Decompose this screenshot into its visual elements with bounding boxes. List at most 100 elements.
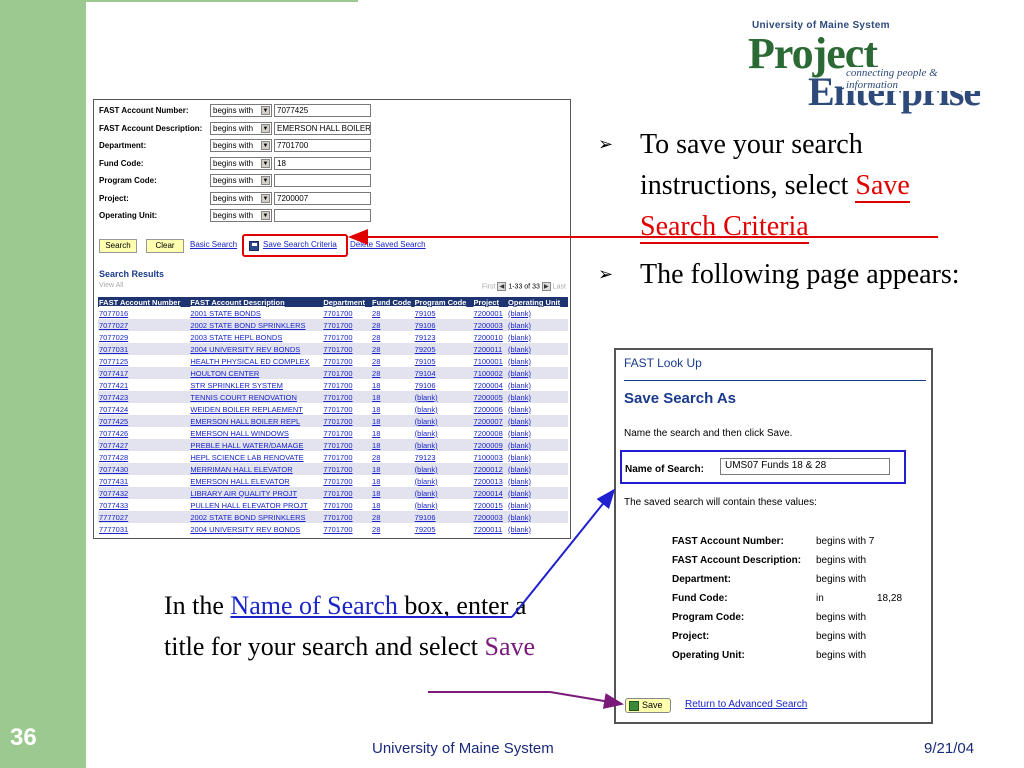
column-header[interactable]: FAST Account Number [98, 297, 190, 307]
search-button[interactable]: Search [99, 239, 137, 253]
table-cell[interactable]: 79106 [414, 379, 473, 391]
table-cell[interactable]: (blank) [507, 499, 568, 511]
table-cell[interactable]: 7077426 [98, 427, 189, 439]
criteria-value-input[interactable]: 7701700 [274, 139, 371, 152]
table-cell[interactable]: 7777027 [98, 511, 190, 523]
table-cell[interactable]: 7701700 [322, 331, 371, 343]
table-cell[interactable]: (blank) [507, 307, 568, 319]
criteria-value-input[interactable]: 18 [274, 156, 371, 170]
table-cell[interactable]: 7200004 [473, 379, 508, 391]
table-cell[interactable]: 7200014 [472, 487, 508, 499]
table-cell[interactable]: 7077427 [98, 439, 190, 451]
table-cell[interactable]: EMERSON HALL ELEVATOR [189, 475, 322, 487]
criteria-value-input[interactable] [274, 174, 371, 187]
table-cell[interactable]: 18 [371, 475, 414, 487]
table-cell[interactable]: 7077125 [98, 355, 189, 367]
table-cell[interactable]: 7077428 [98, 451, 189, 463]
next-arrow-icon[interactable]: ▶ [541, 282, 551, 291]
table-cell[interactable]: 7701700 [322, 511, 372, 523]
table-cell[interactable]: 7701700 [322, 487, 372, 499]
table-cell[interactable]: (blank) [507, 463, 568, 475]
table-cell[interactable]: 7200010 [473, 331, 508, 343]
table-cell[interactable]: EMERSON HALL BOILER REPL [189, 415, 323, 427]
table-cell[interactable]: 7200013 [473, 475, 508, 487]
table-cell[interactable]: 7100002 [472, 367, 508, 379]
table-cell[interactable]: 7701700 [322, 319, 372, 331]
table-cell[interactable]: TENNIS COURT RENOVATION [189, 391, 323, 403]
table-cell[interactable]: 79105 [414, 355, 473, 367]
column-header[interactable]: Fund Code [371, 297, 414, 307]
table-cell[interactable]: 7777031 [98, 523, 189, 535]
table-cell[interactable]: 7100001 [473, 355, 508, 367]
table-cell[interactable]: (blank) [413, 391, 473, 403]
table-cell[interactable]: 79104 [413, 367, 473, 379]
table-cell[interactable]: 2003 STATE HEPL BONDS [189, 331, 322, 343]
table-cell[interactable]: HEPL SCIENCE LAB RENOVATE [189, 451, 322, 463]
criteria-value-input[interactable]: EMERSON HALL BOILER [274, 121, 371, 135]
table-cell[interactable]: (blank) [414, 427, 473, 439]
table-cell[interactable]: 7077027 [98, 319, 190, 331]
table-cell[interactable]: 7200003 [472, 319, 508, 331]
criteria-value-input[interactable] [274, 209, 371, 222]
basic-search-link[interactable]: Basic Search [190, 240, 237, 249]
table-cell[interactable]: 7077431 [98, 475, 189, 487]
table-cell[interactable]: 7200007 [472, 415, 508, 427]
table-cell[interactable]: 7701700 [322, 343, 372, 355]
table-cell[interactable]: 7701700 [322, 475, 371, 487]
table-cell[interactable]: 79205 [413, 343, 473, 355]
table-cell[interactable]: 28 [371, 523, 414, 535]
table-cell[interactable]: 7077425 [98, 415, 190, 427]
column-header[interactable]: FAST Account Description [189, 297, 323, 307]
table-cell[interactable]: 7200003 [472, 511, 508, 523]
table-cell[interactable]: (blank) [413, 439, 473, 451]
table-cell[interactable]: 28 [371, 343, 414, 355]
table-cell[interactable]: 7200001 [473, 307, 508, 319]
prev-arrow-icon[interactable]: ◀ [497, 282, 507, 291]
table-cell[interactable]: 7077421 [98, 379, 189, 391]
table-cell[interactable]: 7200011 [473, 523, 508, 535]
table-cell[interactable]: STR SPRINKLER SYSTEM [189, 379, 322, 391]
table-cell[interactable]: (blank) [413, 415, 473, 427]
table-cell[interactable]: 7701700 [322, 427, 371, 439]
table-cell[interactable]: 7077430 [98, 463, 190, 475]
table-cell[interactable]: 18 [371, 487, 414, 499]
table-cell[interactable]: 2002 STATE BOND SPRINKLERS [189, 511, 323, 523]
table-cell[interactable]: 79105 [414, 307, 473, 319]
table-cell[interactable]: 28 [371, 367, 414, 379]
table-cell[interactable]: MERRIMAN HALL ELEVATOR [189, 463, 323, 475]
table-cell[interactable]: 7701700 [322, 367, 372, 379]
view-all-link[interactable]: View All [99, 282, 123, 289]
table-cell[interactable]: 7077417 [98, 367, 190, 379]
table-cell[interactable]: (blank) [414, 403, 473, 415]
table-cell[interactable]: 18 [371, 403, 414, 415]
table-cell[interactable]: (blank) [414, 499, 473, 511]
table-cell[interactable]: 18 [371, 391, 414, 403]
save-button[interactable]: Save [625, 698, 671, 713]
table-cell[interactable]: (blank) [507, 451, 568, 463]
table-cell[interactable]: 28 [371, 511, 414, 523]
table-cell[interactable]: 2004 UNIVERSITY REV BONDS [189, 523, 322, 535]
criteria-operator-select[interactable]: begins with ▼ [210, 121, 272, 135]
criteria-operator-select[interactable]: begins with ▼ [210, 156, 272, 170]
table-cell[interactable]: 7200008 [473, 427, 508, 439]
clear-button[interactable]: Clear [146, 239, 184, 253]
table-cell[interactable]: 18 [371, 415, 414, 427]
table-cell[interactable]: HEALTH PHYSICAL ED COMPLEX [189, 355, 322, 367]
table-cell[interactable]: (blank) [507, 367, 568, 379]
table-cell[interactable]: 7077424 [98, 403, 189, 415]
table-cell[interactable]: 7077031 [98, 343, 190, 355]
return-to-advanced-search-link[interactable]: Return to Advanced Search [685, 699, 807, 710]
table-cell[interactable]: 7200015 [473, 499, 508, 511]
table-cell[interactable]: (blank) [507, 319, 568, 331]
table-cell[interactable]: 2001 STATE BONDS [189, 307, 322, 319]
table-cell[interactable]: 7701700 [322, 415, 372, 427]
criteria-operator-select[interactable]: begins with ▼ [210, 209, 272, 222]
table-cell[interactable]: 79123 [414, 451, 473, 463]
criteria-operator-select[interactable]: begins with ▼ [210, 191, 272, 205]
table-cell[interactable]: 18 [371, 463, 414, 475]
name-of-search-input[interactable]: UMS07 Funds 18 & 28 [720, 458, 890, 475]
table-cell[interactable]: 28 [371, 355, 414, 367]
table-cell[interactable]: (blank) [507, 475, 568, 487]
table-cell[interactable]: 7200009 [472, 439, 508, 451]
table-cell[interactable]: 7701700 [322, 523, 371, 535]
